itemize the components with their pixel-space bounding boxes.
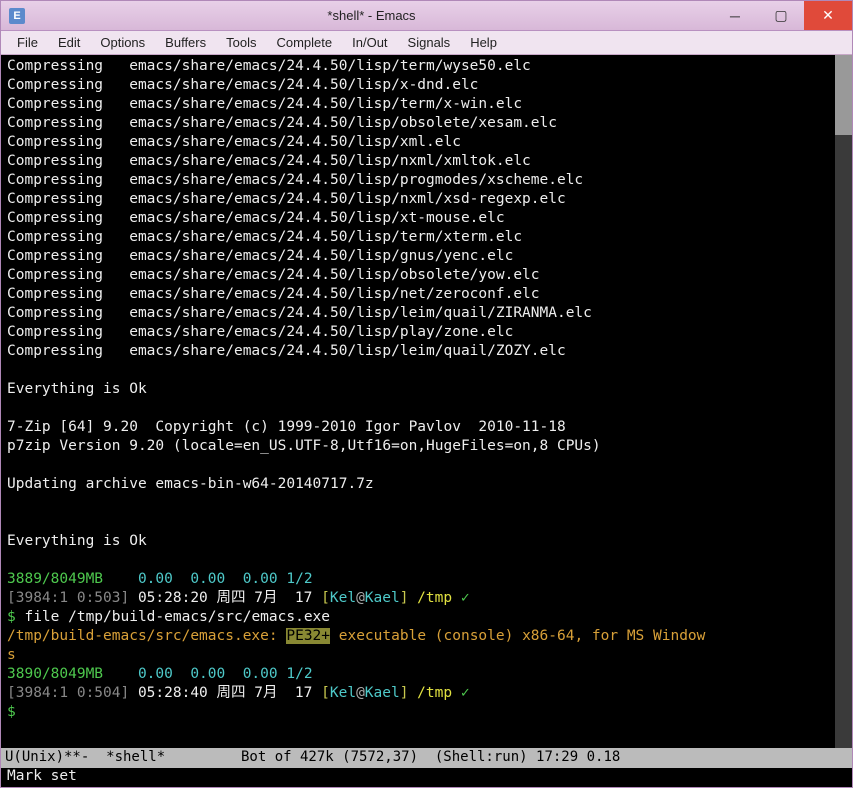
menu-signals[interactable]: Signals bbox=[398, 33, 461, 52]
close-button[interactable]: ✕ bbox=[804, 1, 852, 30]
menu-buffers[interactable]: Buffers bbox=[155, 33, 216, 52]
scrollbar[interactable] bbox=[835, 55, 852, 748]
emacs-window: E *shell* - Emacs ─ ▢ ✕ File Edit Option… bbox=[0, 0, 853, 788]
window-title: *shell* - Emacs bbox=[31, 8, 712, 23]
menu-help[interactable]: Help bbox=[460, 33, 507, 52]
menu-options[interactable]: Options bbox=[90, 33, 155, 52]
menu-edit[interactable]: Edit bbox=[48, 33, 90, 52]
titlebar[interactable]: E *shell* - Emacs ─ ▢ ✕ bbox=[1, 1, 852, 31]
menubar: File Edit Options Buffers Tools Complete… bbox=[1, 31, 852, 55]
echo-area: Mark set bbox=[1, 768, 852, 787]
modeline[interactable]: U(Unix)**- *shell* Bot of 427k (7572,37)… bbox=[1, 748, 852, 768]
menu-file[interactable]: File bbox=[7, 33, 48, 52]
window-controls: ─ ▢ ✕ bbox=[712, 1, 852, 30]
maximize-button[interactable]: ▢ bbox=[758, 1, 804, 30]
minimize-button[interactable]: ─ bbox=[712, 1, 758, 30]
menu-inout[interactable]: In/Out bbox=[342, 33, 397, 52]
terminal-wrap: Compressing emacs/share/emacs/24.4.50/li… bbox=[1, 55, 852, 748]
emacs-icon: E bbox=[9, 8, 25, 24]
shell-buffer[interactable]: Compressing emacs/share/emacs/24.4.50/li… bbox=[1, 55, 835, 748]
menu-complete[interactable]: Complete bbox=[266, 33, 342, 52]
menu-tools[interactable]: Tools bbox=[216, 33, 266, 52]
scroll-thumb[interactable] bbox=[835, 55, 852, 135]
